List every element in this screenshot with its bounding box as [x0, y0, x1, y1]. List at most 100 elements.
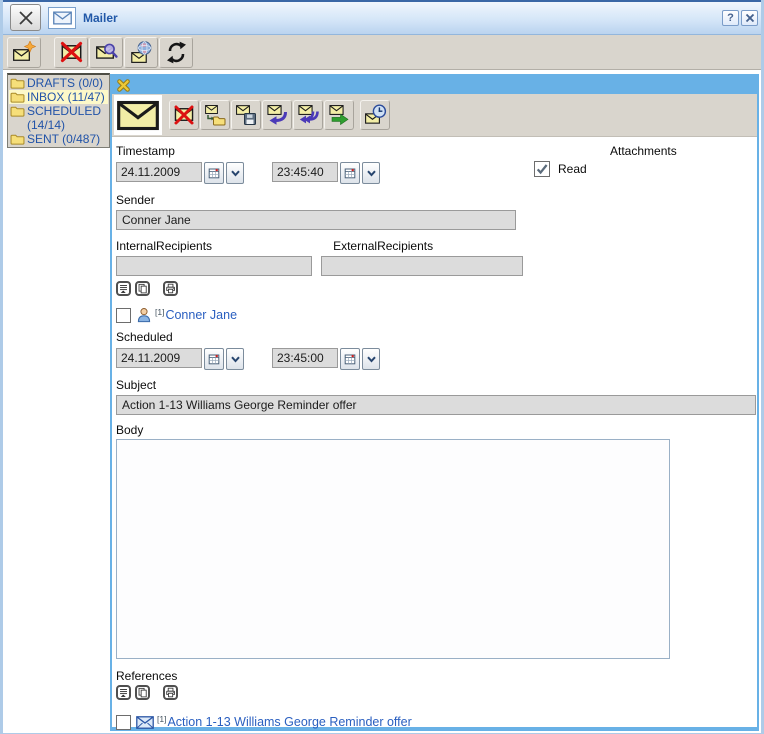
close-tab-icon[interactable] — [117, 79, 130, 92]
sender-label: Sender — [116, 193, 757, 207]
refresh-icon — [165, 41, 188, 64]
folder-list: DRAFTS (0/0) INBOX (11/47) SCHEDULED (14… — [7, 73, 110, 148]
scheduled-date-dropdown-button[interactable] — [226, 348, 244, 370]
folder-label: SENT (0/487) — [27, 132, 100, 146]
main-toolbar — [3, 35, 761, 70]
close-x-icon — [17, 9, 35, 27]
copy-button[interactable] — [135, 281, 150, 296]
read-label: Read — [558, 162, 587, 176]
scheduled-date-input[interactable] — [116, 348, 202, 368]
list-button[interactable] — [116, 281, 131, 296]
attachments-label: Attachments — [610, 144, 677, 158]
contact-row: [1] Conner Jane — [116, 307, 757, 323]
timestamp-time-widget — [272, 162, 380, 184]
chevron-down-icon — [230, 354, 241, 364]
reference-link[interactable]: Action 1-13 Williams George Reminder off… — [167, 715, 411, 729]
content-area: DRAFTS (0/0) INBOX (11/47) SCHEDULED (14… — [3, 70, 761, 733]
external-recipients-input[interactable] — [321, 256, 523, 276]
list-icon — [118, 282, 129, 295]
references-actions — [116, 685, 757, 700]
delete-mail-button[interactable] — [169, 100, 199, 130]
scheduled-date-calendar-button[interactable] — [204, 348, 224, 370]
reply-button[interactable] — [262, 100, 292, 130]
mailer-window: Mailer ? — [0, 0, 764, 734]
reply-all-button[interactable] — [293, 100, 323, 130]
new-mail-button[interactable] — [7, 37, 41, 68]
scheduled-label: Scheduled — [116, 330, 757, 344]
send-receive-icon — [130, 41, 153, 64]
contact-ref-mark: [1] — [155, 307, 164, 317]
forward-button[interactable] — [324, 100, 354, 130]
body-label: Body — [116, 423, 757, 437]
help-button[interactable]: ? — [722, 10, 739, 26]
refresh-button[interactable] — [159, 37, 193, 68]
timestamp-time-calendar-button[interactable] — [340, 162, 360, 184]
reference-row: [1] Action 1-13 Williams George Reminder… — [116, 714, 757, 730]
mail-reference-icon — [136, 716, 154, 729]
delete-mail-button[interactable] — [54, 37, 88, 68]
folder-item-scheduled[interactable]: SCHEDULED (14/14) — [9, 104, 108, 132]
external-recipients-label: ExternalRecipients — [333, 239, 433, 253]
references-label: References — [116, 669, 757, 683]
chevron-down-icon — [366, 168, 377, 178]
search-mail-icon — [95, 41, 118, 63]
window-close-button[interactable] — [10, 4, 41, 31]
folder-label: DRAFTS (0/0) — [27, 76, 103, 90]
read-checkbox[interactable] — [534, 161, 550, 177]
timestamp-date-input[interactable] — [116, 162, 202, 182]
internal-recipients-input[interactable] — [116, 256, 312, 276]
close-button[interactable] — [741, 10, 758, 26]
copy-button[interactable] — [135, 685, 150, 700]
scheduled-time-input[interactable] — [272, 348, 338, 368]
reference-checkbox[interactable] — [116, 715, 131, 730]
save-mail-icon — [235, 104, 257, 126]
move-to-folder-button[interactable] — [200, 100, 230, 130]
list-button[interactable] — [116, 685, 131, 700]
folder-label: SCHEDULED (14/14) — [27, 104, 107, 132]
forward-icon — [328, 104, 350, 126]
search-mail-button[interactable] — [89, 37, 123, 68]
window-title: Mailer — [83, 11, 118, 25]
new-mail-icon — [12, 41, 36, 64]
delete-mail-icon — [60, 41, 83, 63]
internal-recipients-label: InternalRecipients — [116, 239, 212, 253]
body-textarea[interactable] — [116, 439, 670, 659]
mailer-envelope-icon — [48, 7, 76, 29]
subject-label: Subject — [116, 378, 757, 392]
scheduled-time-dropdown-button[interactable] — [362, 348, 380, 370]
folder-item-inbox[interactable]: INBOX (11/47) — [9, 90, 108, 104]
schedule-mail-button[interactable] — [360, 100, 390, 130]
chevron-down-icon — [230, 168, 241, 178]
check-icon — [535, 162, 549, 176]
mail-toolbar — [112, 94, 757, 137]
folder-item-drafts[interactable]: DRAFTS (0/0) — [9, 76, 108, 90]
timestamp-time-dropdown-button[interactable] — [362, 162, 380, 184]
calendar-icon — [208, 167, 220, 179]
timestamp-time-input[interactable] — [272, 162, 338, 182]
scheduled-time-widget — [272, 348, 380, 370]
timestamp-date-dropdown-button[interactable] — [226, 162, 244, 184]
print-icon — [165, 686, 176, 699]
subject-input[interactable] — [116, 395, 756, 415]
scheduled-time-calendar-button[interactable] — [340, 348, 360, 370]
folder-label: INBOX (11/47) — [27, 90, 105, 104]
list-icon — [118, 686, 129, 699]
timestamp-date-widget — [116, 162, 244, 184]
titlebar: Mailer ? — [3, 0, 761, 35]
send-receive-button[interactable] — [124, 37, 158, 68]
contact-checkbox[interactable] — [116, 308, 131, 323]
reference-ref-mark: [1] — [157, 714, 166, 724]
timestamp-date-calendar-button[interactable] — [204, 162, 224, 184]
mail-detail-panel: Timestamp Attachments — [110, 74, 759, 731]
sender-input[interactable] — [116, 210, 516, 230]
print-button[interactable] — [163, 685, 178, 700]
folder-item-sent[interactable]: SENT (0/487) — [9, 132, 108, 146]
calendar-icon — [208, 353, 220, 365]
scheduled-date-widget — [116, 348, 244, 370]
chevron-down-icon — [366, 354, 377, 364]
save-mail-button[interactable] — [231, 100, 261, 130]
print-button[interactable] — [163, 281, 178, 296]
delete-mail-icon — [173, 104, 195, 126]
folder-icon — [10, 133, 25, 145]
contact-link[interactable]: Conner Jane — [165, 308, 237, 322]
